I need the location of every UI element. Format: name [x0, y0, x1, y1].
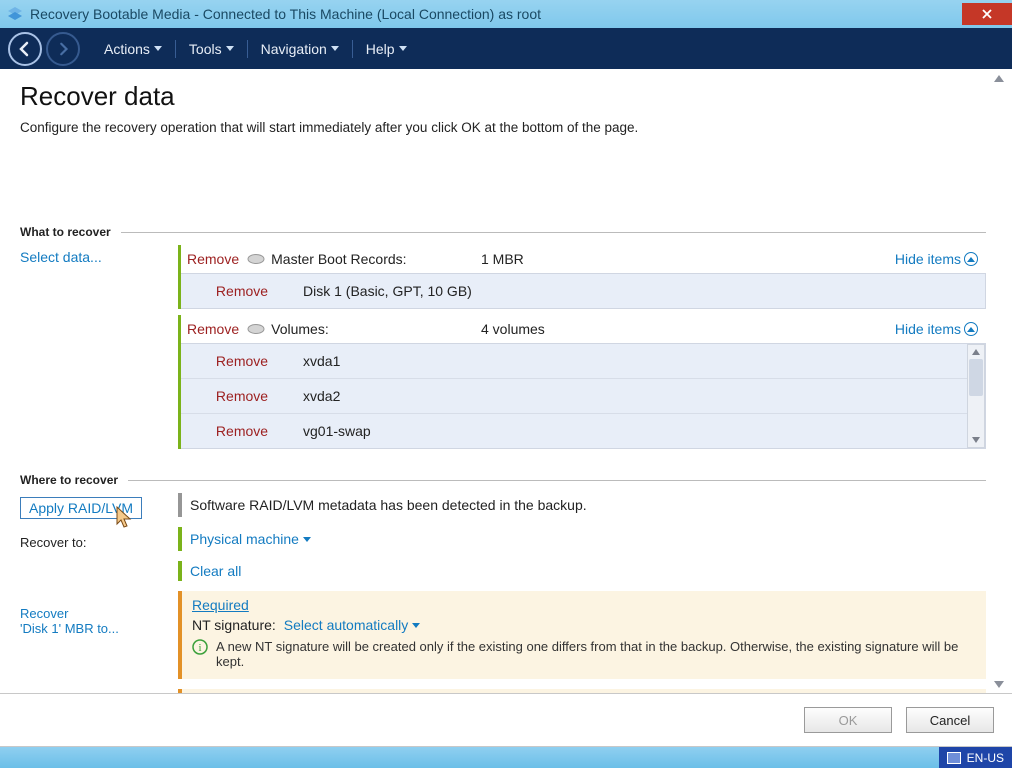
apply-raid-lvm-button[interactable]: Apply RAID/LVM: [20, 497, 142, 519]
nt-signature-label: NT signature:: [192, 617, 276, 633]
row-label: Disk 1 (Basic, GPT, 10 GB): [303, 283, 472, 299]
table-row: Remove vg01-swap: [181, 414, 967, 448]
menu-help[interactable]: Help: [356, 41, 417, 57]
dialog-footer: OK Cancel: [0, 693, 1012, 747]
nav-forward-button[interactable]: [46, 32, 80, 66]
table-row: Remove xvda2: [181, 379, 967, 414]
table-row: Remove xvda1: [181, 344, 967, 379]
app-icon: [6, 5, 24, 23]
status-bar: EN-US: [0, 747, 1012, 768]
physical-machine-dropdown[interactable]: Physical machine: [190, 531, 311, 547]
info-icon: i: [192, 639, 208, 655]
chevron-down-icon: [226, 46, 234, 51]
cursor-icon: [115, 506, 137, 532]
recover-to-label: Recover to:: [20, 535, 178, 550]
chevron-down-icon: [303, 537, 311, 542]
section-what-to-recover: What to recover: [20, 225, 986, 239]
required-link[interactable]: Required: [192, 597, 249, 613]
chevron-down-icon: [154, 46, 162, 51]
inner-scrollbar[interactable]: [967, 344, 985, 448]
collapse-up-icon: [964, 322, 978, 336]
table-row: Remove Disk 1 (Basic, GPT, 10 GB): [181, 274, 985, 308]
clear-all-link[interactable]: Clear all: [190, 563, 241, 579]
keyboard-icon: [947, 752, 961, 764]
hide-items-link[interactable]: Hide items: [895, 321, 978, 337]
page-description: Configure the recovery operation that wi…: [20, 120, 992, 135]
remove-volumes-group-link[interactable]: Remove: [185, 321, 247, 337]
section-where-to-recover: Where to recover: [20, 473, 986, 487]
recover-disk1-mbr-link[interactable]: Recover 'Disk 1' MBR to...: [20, 606, 178, 636]
language-indicator[interactable]: EN-US: [939, 747, 1012, 768]
group-volumes: Remove Volumes: 4 volumes Hide items: [178, 315, 986, 449]
chevron-down-icon: [399, 46, 407, 51]
remove-row-link[interactable]: Remove: [181, 283, 303, 299]
scroll-down-icon[interactable]: [994, 679, 1004, 689]
remove-mbr-group-link[interactable]: Remove: [185, 251, 247, 267]
menu-actions[interactable]: Actions: [94, 41, 172, 57]
nt-signature-dropdown[interactable]: Select automatically: [284, 617, 421, 633]
row-label: xvda1: [303, 353, 340, 369]
raid-lvm-detected-message: Software RAID/LVM metadata has been dete…: [178, 493, 986, 517]
page-body: Recover data Configure the recovery oper…: [0, 69, 1012, 693]
row-label: vg01-swap: [303, 423, 371, 439]
window-title: Recovery Bootable Media - Connected to T…: [30, 6, 541, 22]
page-title: Recover data: [20, 81, 992, 112]
menu-navigation[interactable]: Navigation: [251, 41, 349, 57]
clear-all-row: Clear all: [178, 561, 986, 581]
chevron-down-icon: [331, 46, 339, 51]
disk1-mbr-target-block: Required NT signature: Select automatica…: [178, 591, 986, 679]
menu-tools[interactable]: Tools: [179, 41, 244, 57]
scroll-thumb[interactable]: [969, 359, 983, 396]
scroll-up-icon[interactable]: [994, 73, 1004, 83]
scroll-down-icon[interactable]: [971, 435, 981, 445]
remove-row-link[interactable]: Remove: [181, 353, 303, 369]
disk-icon: [247, 323, 265, 335]
row-label: xvda2: [303, 388, 340, 404]
svg-text:i: i: [198, 642, 201, 654]
remove-row-link[interactable]: Remove: [181, 423, 303, 439]
group-label: Volumes:: [271, 321, 329, 337]
collapse-up-icon: [964, 252, 978, 266]
remove-row-link[interactable]: Remove: [181, 388, 303, 404]
nt-signature-note: A new NT signature will be created only …: [216, 639, 976, 669]
disk-icon: [247, 253, 265, 265]
hide-items-link[interactable]: Hide items: [895, 251, 978, 267]
select-data-link[interactable]: Select data...: [20, 249, 102, 265]
group-master-boot-records: Remove Master Boot Records: 1 MBR Hide i…: [178, 245, 986, 309]
scroll-up-icon[interactable]: [971, 347, 981, 357]
chevron-down-icon: [412, 623, 420, 628]
recover-to-row: Physical machine: [178, 527, 986, 551]
ok-button[interactable]: OK: [804, 707, 892, 733]
main-toolbar: Actions Tools Navigation Help: [0, 28, 1012, 69]
group-label: Master Boot Records:: [271, 251, 406, 267]
page-scrollbar[interactable]: [990, 69, 1008, 693]
window-close-button[interactable]: [962, 3, 1012, 25]
window-titlebar: Recovery Bootable Media - Connected to T…: [0, 0, 1012, 28]
group-count: 1 MBR: [481, 251, 524, 267]
cancel-button[interactable]: Cancel: [906, 707, 994, 733]
group-count: 4 volumes: [481, 321, 545, 337]
nav-back-button[interactable]: [8, 32, 42, 66]
